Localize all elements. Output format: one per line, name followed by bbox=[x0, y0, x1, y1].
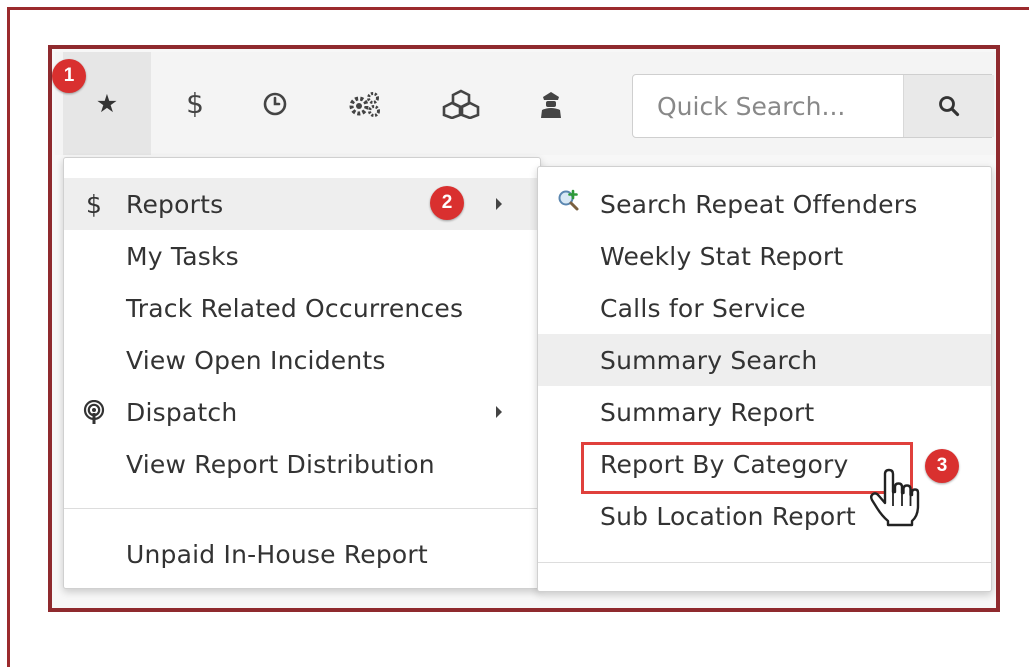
menu-item-my-tasks[interactable]: My Tasks bbox=[64, 230, 540, 282]
dollar-icon: $ bbox=[186, 87, 204, 120]
finance-button[interactable]: $ bbox=[151, 52, 239, 155]
menu-item-label: Calls for Service bbox=[600, 293, 806, 323]
callout-highlight-box bbox=[581, 442, 913, 494]
caret-right-icon bbox=[496, 198, 502, 210]
menu-item-unpaid-in-house-report[interactable]: Unpaid In-House Report bbox=[64, 528, 540, 580]
search-icon bbox=[939, 96, 960, 117]
quick-search bbox=[632, 74, 994, 138]
menu-item-label: Search Repeat Offenders bbox=[600, 189, 918, 219]
menu-item-label: Weekly Stat Report bbox=[600, 241, 844, 271]
menu-item-calls-for-service[interactable]: Calls for Service bbox=[538, 282, 991, 334]
favorites-menu: $ Reports My Tasks Track Related Occurre… bbox=[63, 157, 541, 589]
settings-button[interactable] bbox=[321, 52, 409, 155]
menu-item-label: Summary Search bbox=[600, 345, 818, 375]
quick-search-input[interactable] bbox=[633, 75, 901, 137]
history-button[interactable] bbox=[231, 52, 319, 155]
clock-icon bbox=[263, 92, 287, 115]
reports-submenu: Search Repeat Offenders Weekly Stat Repo… bbox=[537, 166, 992, 592]
menu-item-label: Summary Report bbox=[600, 397, 815, 427]
menu-item-view-report-distribution[interactable]: View Report Distribution bbox=[64, 438, 540, 490]
search-button[interactable] bbox=[903, 75, 994, 137]
menu-item-label: Dispatch bbox=[126, 397, 238, 427]
cubes-icon bbox=[442, 89, 480, 119]
dollar-icon: $ bbox=[85, 189, 103, 219]
menu-item-label: My Tasks bbox=[126, 241, 239, 271]
star-icon: ★ bbox=[95, 89, 119, 118]
step-badge-2: 2 bbox=[430, 186, 464, 220]
menu-item-summary-search[interactable]: Summary Search bbox=[538, 334, 991, 386]
search-plus-icon bbox=[556, 189, 580, 212]
menu-item-label: Reports bbox=[126, 189, 224, 219]
hand-cursor-icon bbox=[870, 468, 920, 527]
menu-item-label: Unpaid In-House Report bbox=[126, 539, 428, 569]
modules-button[interactable] bbox=[417, 52, 505, 155]
menu-item-dispatch[interactable]: Dispatch bbox=[64, 386, 540, 438]
menu-item-search-repeat-offenders[interactable]: Search Repeat Offenders bbox=[538, 178, 991, 230]
menu-item-label: Track Related Occurrences bbox=[126, 293, 464, 323]
menu-item-reports[interactable]: $ Reports bbox=[64, 178, 540, 230]
menu-item-label: View Report Distribution bbox=[126, 449, 435, 479]
podcast-icon bbox=[82, 398, 106, 426]
menu-item-weekly-stat-report[interactable]: Weekly Stat Report bbox=[538, 230, 991, 282]
menu-item-view-open-incidents[interactable]: View Open Incidents bbox=[64, 334, 540, 386]
menu-item-label: Sub Location Report bbox=[600, 501, 856, 531]
step-badge-3: 3 bbox=[925, 449, 959, 483]
officer-icon bbox=[541, 91, 561, 118]
menu-divider bbox=[538, 562, 991, 563]
step-badge-1: 1 bbox=[52, 59, 86, 93]
personnel-button[interactable] bbox=[507, 52, 595, 155]
menu-item-label: View Open Incidents bbox=[126, 345, 386, 375]
caret-right-icon bbox=[496, 406, 502, 418]
menu-item-track-related-occurrences[interactable]: Track Related Occurrences bbox=[64, 282, 540, 334]
menu-item-sub-location-report[interactable]: Sub Location Report bbox=[538, 490, 991, 542]
gears-icon bbox=[349, 91, 380, 117]
menu-item-summary-report[interactable]: Summary Report bbox=[538, 386, 991, 438]
menu-divider bbox=[64, 508, 540, 509]
